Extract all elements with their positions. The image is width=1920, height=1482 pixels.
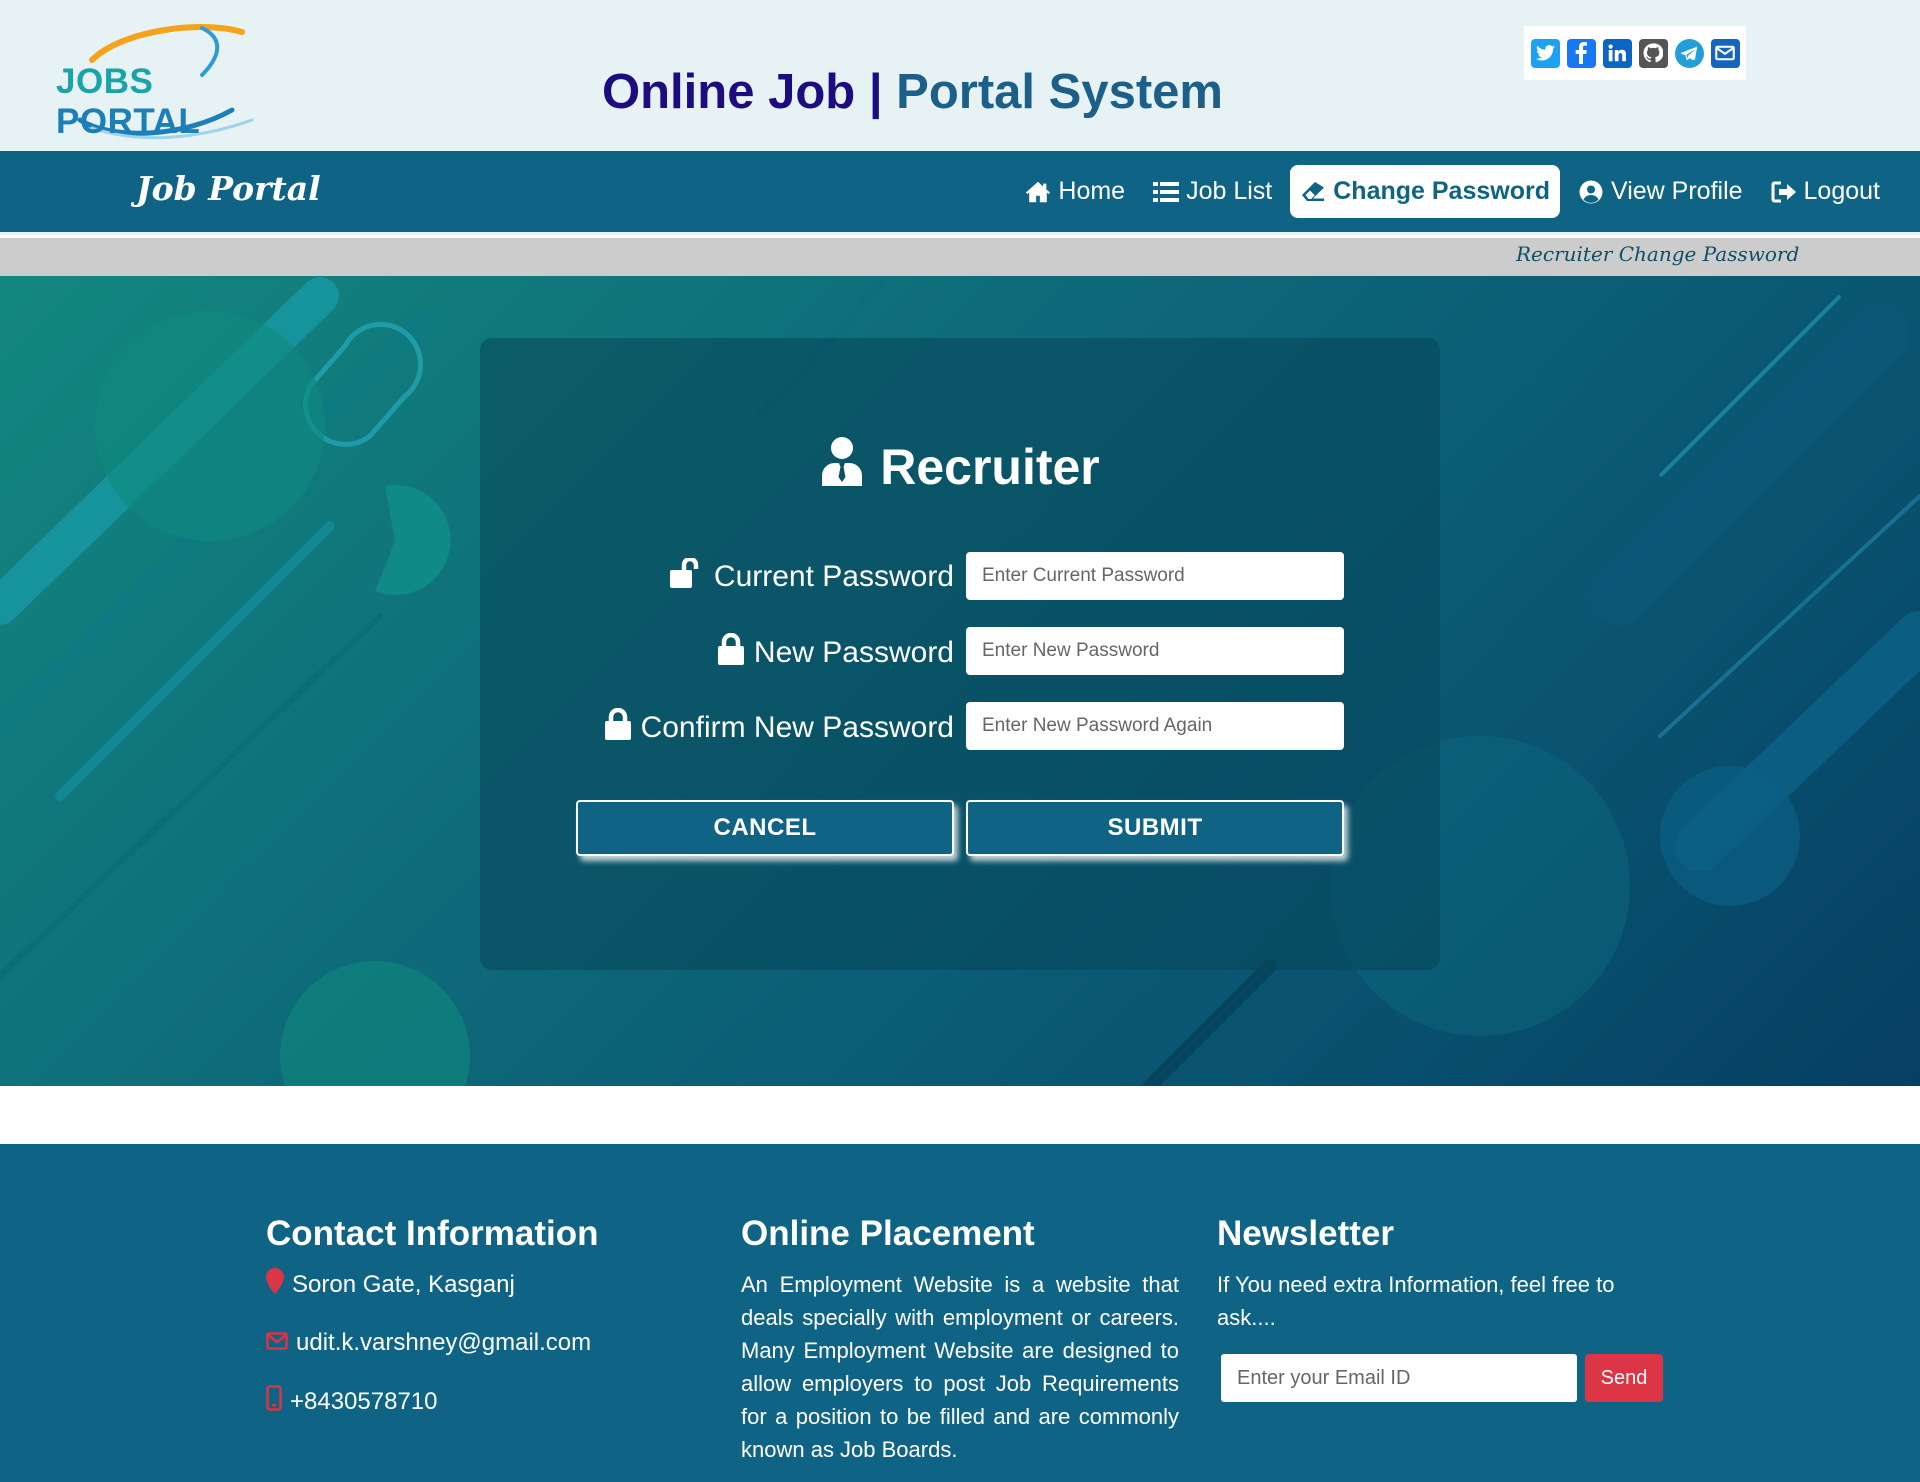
nav-logout[interactable]: Logout [1761, 165, 1890, 218]
nav-job-list[interactable]: Job List [1143, 165, 1282, 218]
nav-logout-label: Logout [1803, 177, 1880, 205]
user-tie-icon [820, 436, 864, 498]
confirm-password-label: Confirm New Password [604, 707, 954, 748]
lock-icon [717, 632, 744, 673]
logo-text-jobs: JOBS [56, 62, 154, 101]
nav-home[interactable]: Home [1015, 165, 1135, 218]
site-title-part2: Portal System [896, 65, 1223, 119]
nav-view-profile-label: View Profile [1610, 177, 1743, 205]
facebook-icon[interactable] [1566, 38, 1596, 68]
nav-menu: Home Job List Change Password View Profi… [1015, 165, 1890, 218]
newsletter-send-button[interactable]: Send [1585, 1354, 1663, 1402]
new-password-input[interactable] [966, 627, 1344, 675]
social-links [1524, 26, 1746, 80]
contact-heading: Contact Information [266, 1214, 599, 1253]
newsletter-email-input[interactable] [1221, 1354, 1577, 1402]
nav-change-password-label: Change Password [1333, 177, 1550, 205]
eraser-icon [1300, 179, 1326, 205]
map-marker-icon [266, 1268, 284, 1301]
list-icon [1153, 179, 1180, 205]
linkedin-icon[interactable] [1602, 38, 1632, 68]
form-title-text: Recruiter [880, 439, 1100, 495]
contact-phone: +8430578710 [266, 1385, 686, 1418]
newsletter-form: Send [1217, 1354, 1667, 1402]
breadcrumb: Recruiter Change Password [1516, 242, 1800, 266]
navbar-brand[interactable]: Job Portal [136, 169, 321, 208]
new-password-row: New Password [480, 627, 1440, 677]
envelope-icon [266, 1329, 288, 1357]
top-header: JOBS PORTAL Online Job | Portal System [0, 0, 1920, 151]
telegram-icon[interactable] [1674, 38, 1704, 68]
placement-text: An Employment Website is a website that … [741, 1272, 1179, 1462]
current-password-label: Current Password [669, 556, 954, 596]
logo-text-portal: PORTAL [56, 102, 201, 141]
nav-view-profile[interactable]: View Profile [1568, 165, 1753, 218]
new-password-label: New Password [717, 632, 954, 673]
email-icon[interactable] [1710, 38, 1740, 68]
jobs-portal-logo[interactable]: JOBS PORTAL [52, 20, 287, 145]
cancel-button[interactable]: CANCEL [576, 800, 954, 856]
confirm-password-row: Confirm New Password [480, 702, 1440, 752]
placement-section: Online Placement An Employment Website i… [741, 1214, 1179, 1466]
current-password-input[interactable] [966, 552, 1344, 600]
user-circle-icon [1578, 179, 1604, 205]
mobile-icon [266, 1385, 282, 1418]
logout-icon [1771, 179, 1797, 205]
contact-section: Contact Information Soron Gate, Kasganj … [266, 1214, 686, 1446]
github-icon[interactable] [1638, 38, 1668, 68]
site-title: Online Job | Portal System [602, 64, 1223, 120]
site-title-separator: | [868, 65, 883, 119]
confirm-password-input[interactable] [966, 702, 1344, 750]
nav-home-label: Home [1058, 177, 1126, 205]
nav-change-password[interactable]: Change Password [1290, 165, 1560, 218]
main-navbar: Job Portal Home Job List Change Password… [0, 151, 1920, 235]
newsletter-text: If You need extra Information, feel free… [1217, 1272, 1615, 1330]
lock-icon [604, 707, 631, 748]
twitter-icon[interactable] [1530, 38, 1560, 68]
form-title: Recruiter [480, 436, 1440, 498]
change-password-card: Recruiter Current Password New Password [480, 338, 1440, 970]
newsletter-section: Newsletter If You need extra Information… [1217, 1214, 1667, 1402]
hero-section: Recruiter Current Password New Password [0, 276, 1920, 1086]
newsletter-heading: Newsletter [1217, 1214, 1395, 1253]
placement-heading: Online Placement [741, 1214, 1035, 1253]
current-password-row: Current Password [480, 552, 1440, 602]
submit-button[interactable]: SUBMIT [966, 800, 1344, 856]
breadcrumb-strip: Recruiter Change Password [0, 238, 1920, 276]
unlock-icon [669, 556, 704, 596]
contact-email[interactable]: udit.k.varshney@gmail.com [266, 1329, 686, 1357]
home-icon [1025, 179, 1051, 205]
contact-address: Soron Gate, Kasganj [266, 1268, 686, 1301]
footer: Contact Information Soron Gate, Kasganj … [0, 1144, 1920, 1482]
site-title-part1: Online Job [602, 65, 856, 119]
nav-job-list-label: Job List [1186, 177, 1273, 205]
